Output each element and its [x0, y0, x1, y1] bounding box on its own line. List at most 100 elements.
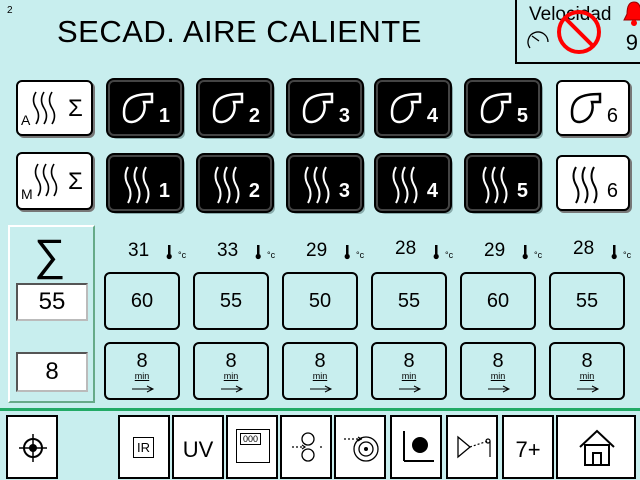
heater-number: 1: [158, 180, 170, 202]
sensor-button[interactable]: [390, 415, 442, 479]
reel-button[interactable]: [334, 415, 386, 479]
heaters-manual-button[interactable]: M Σ: [16, 152, 93, 210]
time-unit: min: [579, 371, 595, 381]
heat-waves-icon: [392, 166, 418, 204]
temperature-unit: °c: [534, 250, 543, 260]
arrow-right-icon: [221, 385, 244, 393]
target-button[interactable]: [6, 415, 58, 479]
time-unit: min: [490, 371, 506, 381]
zone-1-time-button[interactable]: 8 min: [104, 342, 180, 400]
zone-6-setpoint-button[interactable]: 55: [549, 272, 625, 330]
fan-6-button[interactable]: 6: [556, 80, 630, 136]
next-page-button[interactable]: 7+: [502, 415, 554, 479]
heater-2-button[interactable]: 2: [198, 155, 272, 211]
zone-3-time-button[interactable]: 8 min: [282, 342, 358, 400]
heat-waves-icon: [304, 166, 330, 204]
fan-3-button[interactable]: 3: [288, 80, 362, 136]
zone-time-value: 8: [136, 350, 148, 372]
fan-2-button[interactable]: 2: [198, 80, 272, 136]
heat-waves-icon: [482, 166, 508, 204]
counter-button[interactable]: 000: [226, 415, 278, 479]
heater-number: 4: [426, 180, 438, 202]
heater-6-button[interactable]: 6: [556, 155, 630, 211]
rollers-button[interactable]: [280, 415, 332, 479]
ir-label: IR: [133, 437, 154, 458]
thermometer-icon: °c: [166, 244, 186, 265]
summary-time-field[interactable]: 8: [16, 352, 88, 392]
photocell-icon: [457, 435, 491, 459]
thermometer-icon: °c: [255, 244, 275, 265]
uv-button[interactable]: UV: [172, 415, 224, 479]
fan-number: 5: [516, 105, 528, 127]
fan-number: 1: [158, 105, 170, 127]
fan-1-button[interactable]: 1: [108, 80, 182, 136]
zone-4-setpoint-button[interactable]: 55: [371, 272, 447, 330]
speed-panel[interactable]: Velocidad 9: [515, 0, 640, 64]
fans-auto-button[interactable]: A Σ: [16, 80, 93, 136]
zone-6-temperature: 28: [573, 238, 595, 259]
time-unit: min: [134, 371, 150, 381]
temperature-unit: °c: [623, 250, 632, 260]
zone-time-value: 8: [403, 350, 415, 372]
temperature-unit: °c: [445, 250, 454, 260]
heat-waves-icon: [572, 166, 598, 204]
sensor-icon: [403, 431, 434, 462]
zone-2-time-button[interactable]: 8 min: [193, 342, 269, 400]
heater-number: 2: [248, 180, 260, 202]
zone-1-setpoint-button[interactable]: 60: [104, 272, 180, 330]
zone-3-temperature: 29: [306, 240, 328, 261]
heater-3-button[interactable]: 3: [288, 155, 362, 211]
bottom-toolbar: IR UV 000 7+: [0, 408, 640, 480]
gauge-icon: [527, 31, 549, 49]
fan-icon: [302, 92, 334, 124]
zone-6-time-button[interactable]: 8 min: [549, 342, 625, 400]
zone-time-value: 8: [314, 350, 326, 372]
zone-2-setpoint-button[interactable]: 55: [193, 272, 269, 330]
zone-time-value: 8: [492, 350, 504, 372]
zone-1-temperature: 31: [128, 240, 150, 261]
temperature-unit: °c: [178, 250, 187, 260]
home-button[interactable]: [556, 415, 636, 479]
fan-4-button[interactable]: 4: [376, 80, 450, 136]
fan-number: 3: [338, 105, 350, 127]
fan-5-button[interactable]: 5: [466, 80, 540, 136]
heater-1-button[interactable]: 1: [108, 155, 182, 211]
zone-5-time-button[interactable]: 8 min: [460, 342, 536, 400]
sigma-icon: Σ: [68, 168, 83, 195]
uv-label: UV: [182, 437, 214, 462]
ir-button[interactable]: IR: [118, 415, 170, 479]
time-unit: min: [312, 371, 328, 381]
fan-icon: [212, 92, 244, 124]
heater-5-button[interactable]: 5: [466, 155, 540, 211]
fan-icon: [390, 92, 422, 124]
rollers-icon: [292, 432, 324, 462]
time-unit: min: [401, 371, 417, 381]
arrow-right-icon: [488, 385, 511, 393]
home-icon: [579, 429, 615, 466]
speed-value: 9: [625, 30, 638, 55]
fan-icon: [122, 92, 154, 124]
fan-number: 4: [426, 105, 438, 127]
fan-icon: [480, 92, 512, 124]
summary-setpoint-field[interactable]: 55: [16, 283, 88, 321]
zone-4-time-button[interactable]: 8 min: [371, 342, 447, 400]
arrow-right-icon: [132, 385, 155, 393]
temperature-unit: °c: [356, 250, 365, 260]
arrow-right-icon: [310, 385, 333, 393]
photocell-button[interactable]: [446, 415, 498, 479]
heater-number: 6: [606, 180, 618, 202]
heater-4-button[interactable]: 4: [376, 155, 450, 211]
page-number: 2: [7, 5, 13, 16]
fan-number: 6: [606, 105, 618, 127]
no-sign-icon: [557, 10, 601, 54]
heat-waves-icon: [214, 166, 240, 204]
zone-3-setpoint-button[interactable]: 50: [282, 272, 358, 330]
zone-4-temperature: 28: [395, 238, 417, 259]
zone-time-value: 8: [225, 350, 237, 372]
zone-5-setpoint-button[interactable]: 60: [460, 272, 536, 330]
counter-value: 000: [240, 433, 262, 445]
manual-mode-letter: M: [21, 186, 33, 202]
thermometer-icon: °c: [433, 244, 453, 265]
heat-waves-icon: [124, 166, 150, 204]
summary-panel: ∑ 55 8: [8, 225, 95, 403]
